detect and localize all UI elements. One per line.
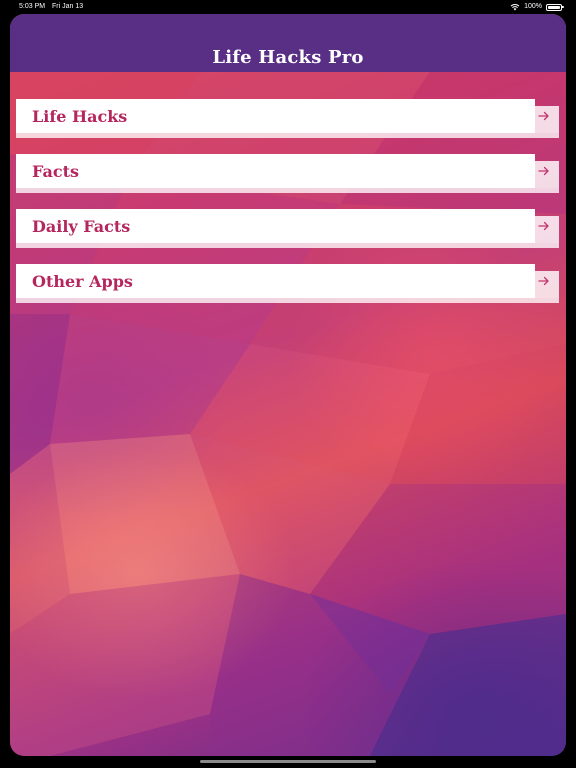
menu-item-label: Other Apps <box>32 272 133 291</box>
arrow-right-icon <box>538 111 549 121</box>
nav-bar: Life Hacks Pro <box>10 14 566 72</box>
arrow-right-icon <box>538 166 549 176</box>
menu-item-daily-facts[interactable]: Daily Facts <box>16 209 559 248</box>
menu-item-card <box>16 154 535 188</box>
menu-item-label: Life Hacks <box>32 107 128 126</box>
menu-item-life-hacks[interactable]: Life Hacks <box>16 99 559 138</box>
arrow-right-icon <box>538 221 549 231</box>
menu-item-facts[interactable]: Facts <box>16 154 559 193</box>
menu-item-underlay <box>16 188 559 193</box>
menu-list: Life Hacks Facts Daily Facts Other Apps <box>16 99 559 319</box>
status-bar: 5:03 PM Fri Jan 13 100% <box>0 0 576 14</box>
menu-item-label: Daily Facts <box>32 217 131 236</box>
status-date: Fri Jan 13 <box>52 3 84 10</box>
arrow-right-icon <box>538 276 549 286</box>
status-time: 5:03 PM <box>19 3 46 10</box>
wifi-icon <box>510 4 520 11</box>
app-screen: Life Hacks Pro Life Hacks Facts Daily Fa… <box>10 14 566 756</box>
app-title: Life Hacks Pro <box>212 47 364 68</box>
status-right: 100% <box>510 0 564 14</box>
menu-item-other-apps[interactable]: Other Apps <box>16 264 559 303</box>
menu-item-label: Facts <box>32 162 79 181</box>
battery-icon <box>546 3 564 11</box>
home-indicator[interactable] <box>200 760 376 763</box>
battery-percent: 100% <box>524 3 542 10</box>
